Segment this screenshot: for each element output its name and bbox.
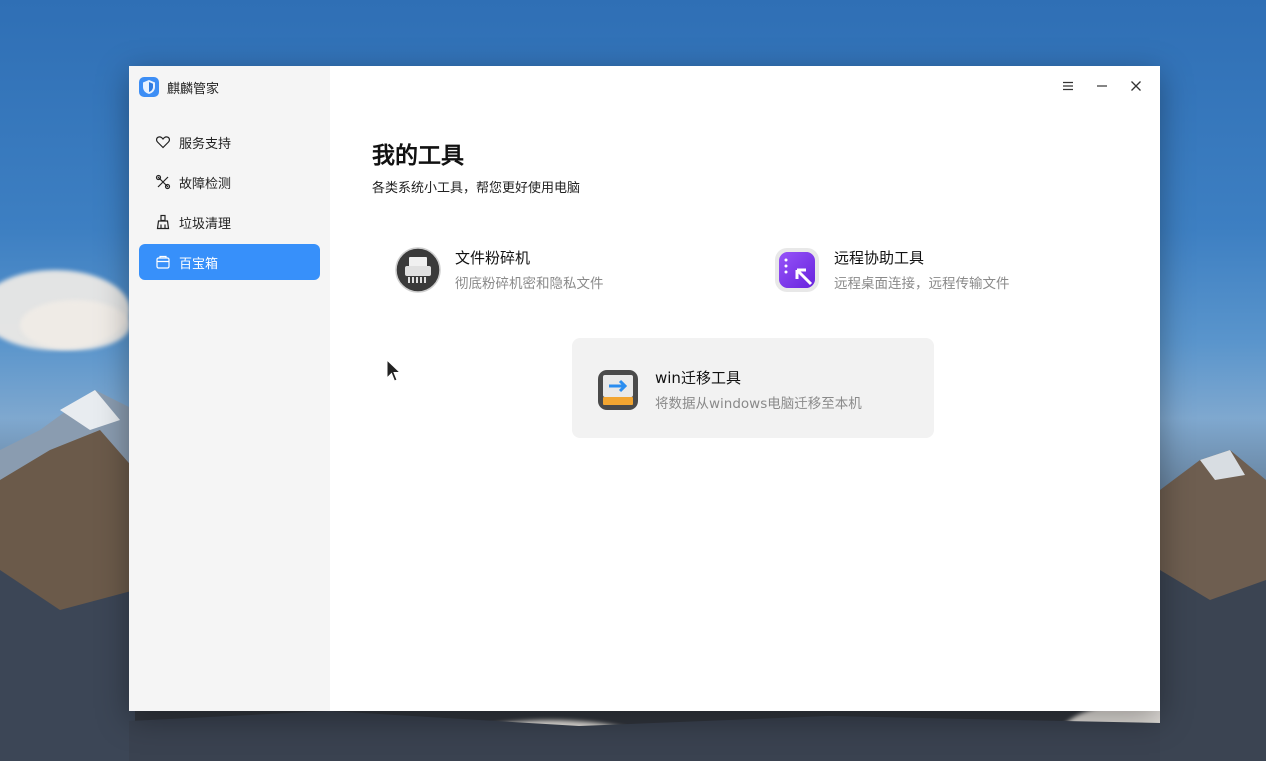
tools-icon: [155, 174, 171, 190]
tool-card-win-migration[interactable]: win迁移工具 将数据从windows电脑迁移至本机: [572, 338, 934, 438]
tool-name: 远程协助工具: [834, 249, 925, 267]
tool-description: 将数据从windows电脑迁移至本机: [655, 396, 862, 412]
main-panel: 我的工具 各类系统小工具，帮您更好使用电脑 文件粉碎机 彻底粉碎机密和隐私文件: [330, 66, 1160, 711]
tool-card-file-shredder[interactable]: 文件粉碎机 彻底粉碎机密和隐私文件: [372, 218, 734, 318]
broom-icon: [156, 214, 170, 230]
heart-icon: [155, 136, 171, 149]
sidebar-item-label: 垃圾清理: [179, 216, 232, 232]
tool-name: win迁移工具: [655, 369, 741, 387]
sidebar-item-service-support[interactable]: 服务支持: [139, 124, 320, 160]
app-header: 麒麟管家: [139, 76, 219, 98]
menu-icon: [1063, 81, 1073, 91]
app-logo-icon: [139, 77, 159, 97]
window-controls: [1054, 76, 1150, 96]
minimize-icon: [1097, 85, 1107, 87]
tool-name: 文件粉碎机: [455, 249, 531, 267]
remote-assist-icon: [775, 248, 819, 292]
mouse-cursor-icon: [386, 359, 402, 382]
menu-button[interactable]: [1054, 76, 1082, 96]
sidebar-item-fault-detection[interactable]: 故障检测: [139, 164, 320, 200]
page-title: 我的工具: [372, 143, 464, 169]
sidebar-item-toolbox[interactable]: 百宝箱: [139, 244, 320, 280]
shredder-icon: [395, 247, 441, 293]
sidebar-item-label: 百宝箱: [179, 256, 219, 272]
page-subtitle: 各类系统小工具，帮您更好使用电脑: [372, 181, 581, 196]
tool-description: 彻底粉碎机密和隐私文件: [455, 276, 604, 292]
close-icon: [1131, 81, 1141, 91]
migration-icon: [598, 370, 638, 410]
sidebar-item-junk-cleanup[interactable]: 垃圾清理: [139, 204, 320, 240]
sidebar: 麒麟管家 服务支持 故障检测 垃圾清理 百宝箱: [129, 66, 330, 711]
app-title: 麒麟管家: [167, 81, 220, 97]
toolbox-icon: [156, 255, 170, 269]
minimize-button[interactable]: [1088, 76, 1116, 96]
sidebar-item-label: 故障检测: [179, 176, 232, 192]
sidebar-nav: 服务支持 故障检测 垃圾清理 百宝箱: [139, 124, 320, 284]
tool-card-remote-assist[interactable]: 远程协助工具 远程桌面连接，远程传输文件: [751, 218, 1113, 318]
app-window: 麒麟管家 服务支持 故障检测 垃圾清理 百宝箱 我的工具 各类系统小工具，帮您更…: [129, 66, 1160, 711]
tool-description: 远程桌面连接，远程传输文件: [834, 276, 1010, 292]
close-button[interactable]: [1122, 76, 1150, 96]
sidebar-item-label: 服务支持: [179, 136, 232, 152]
